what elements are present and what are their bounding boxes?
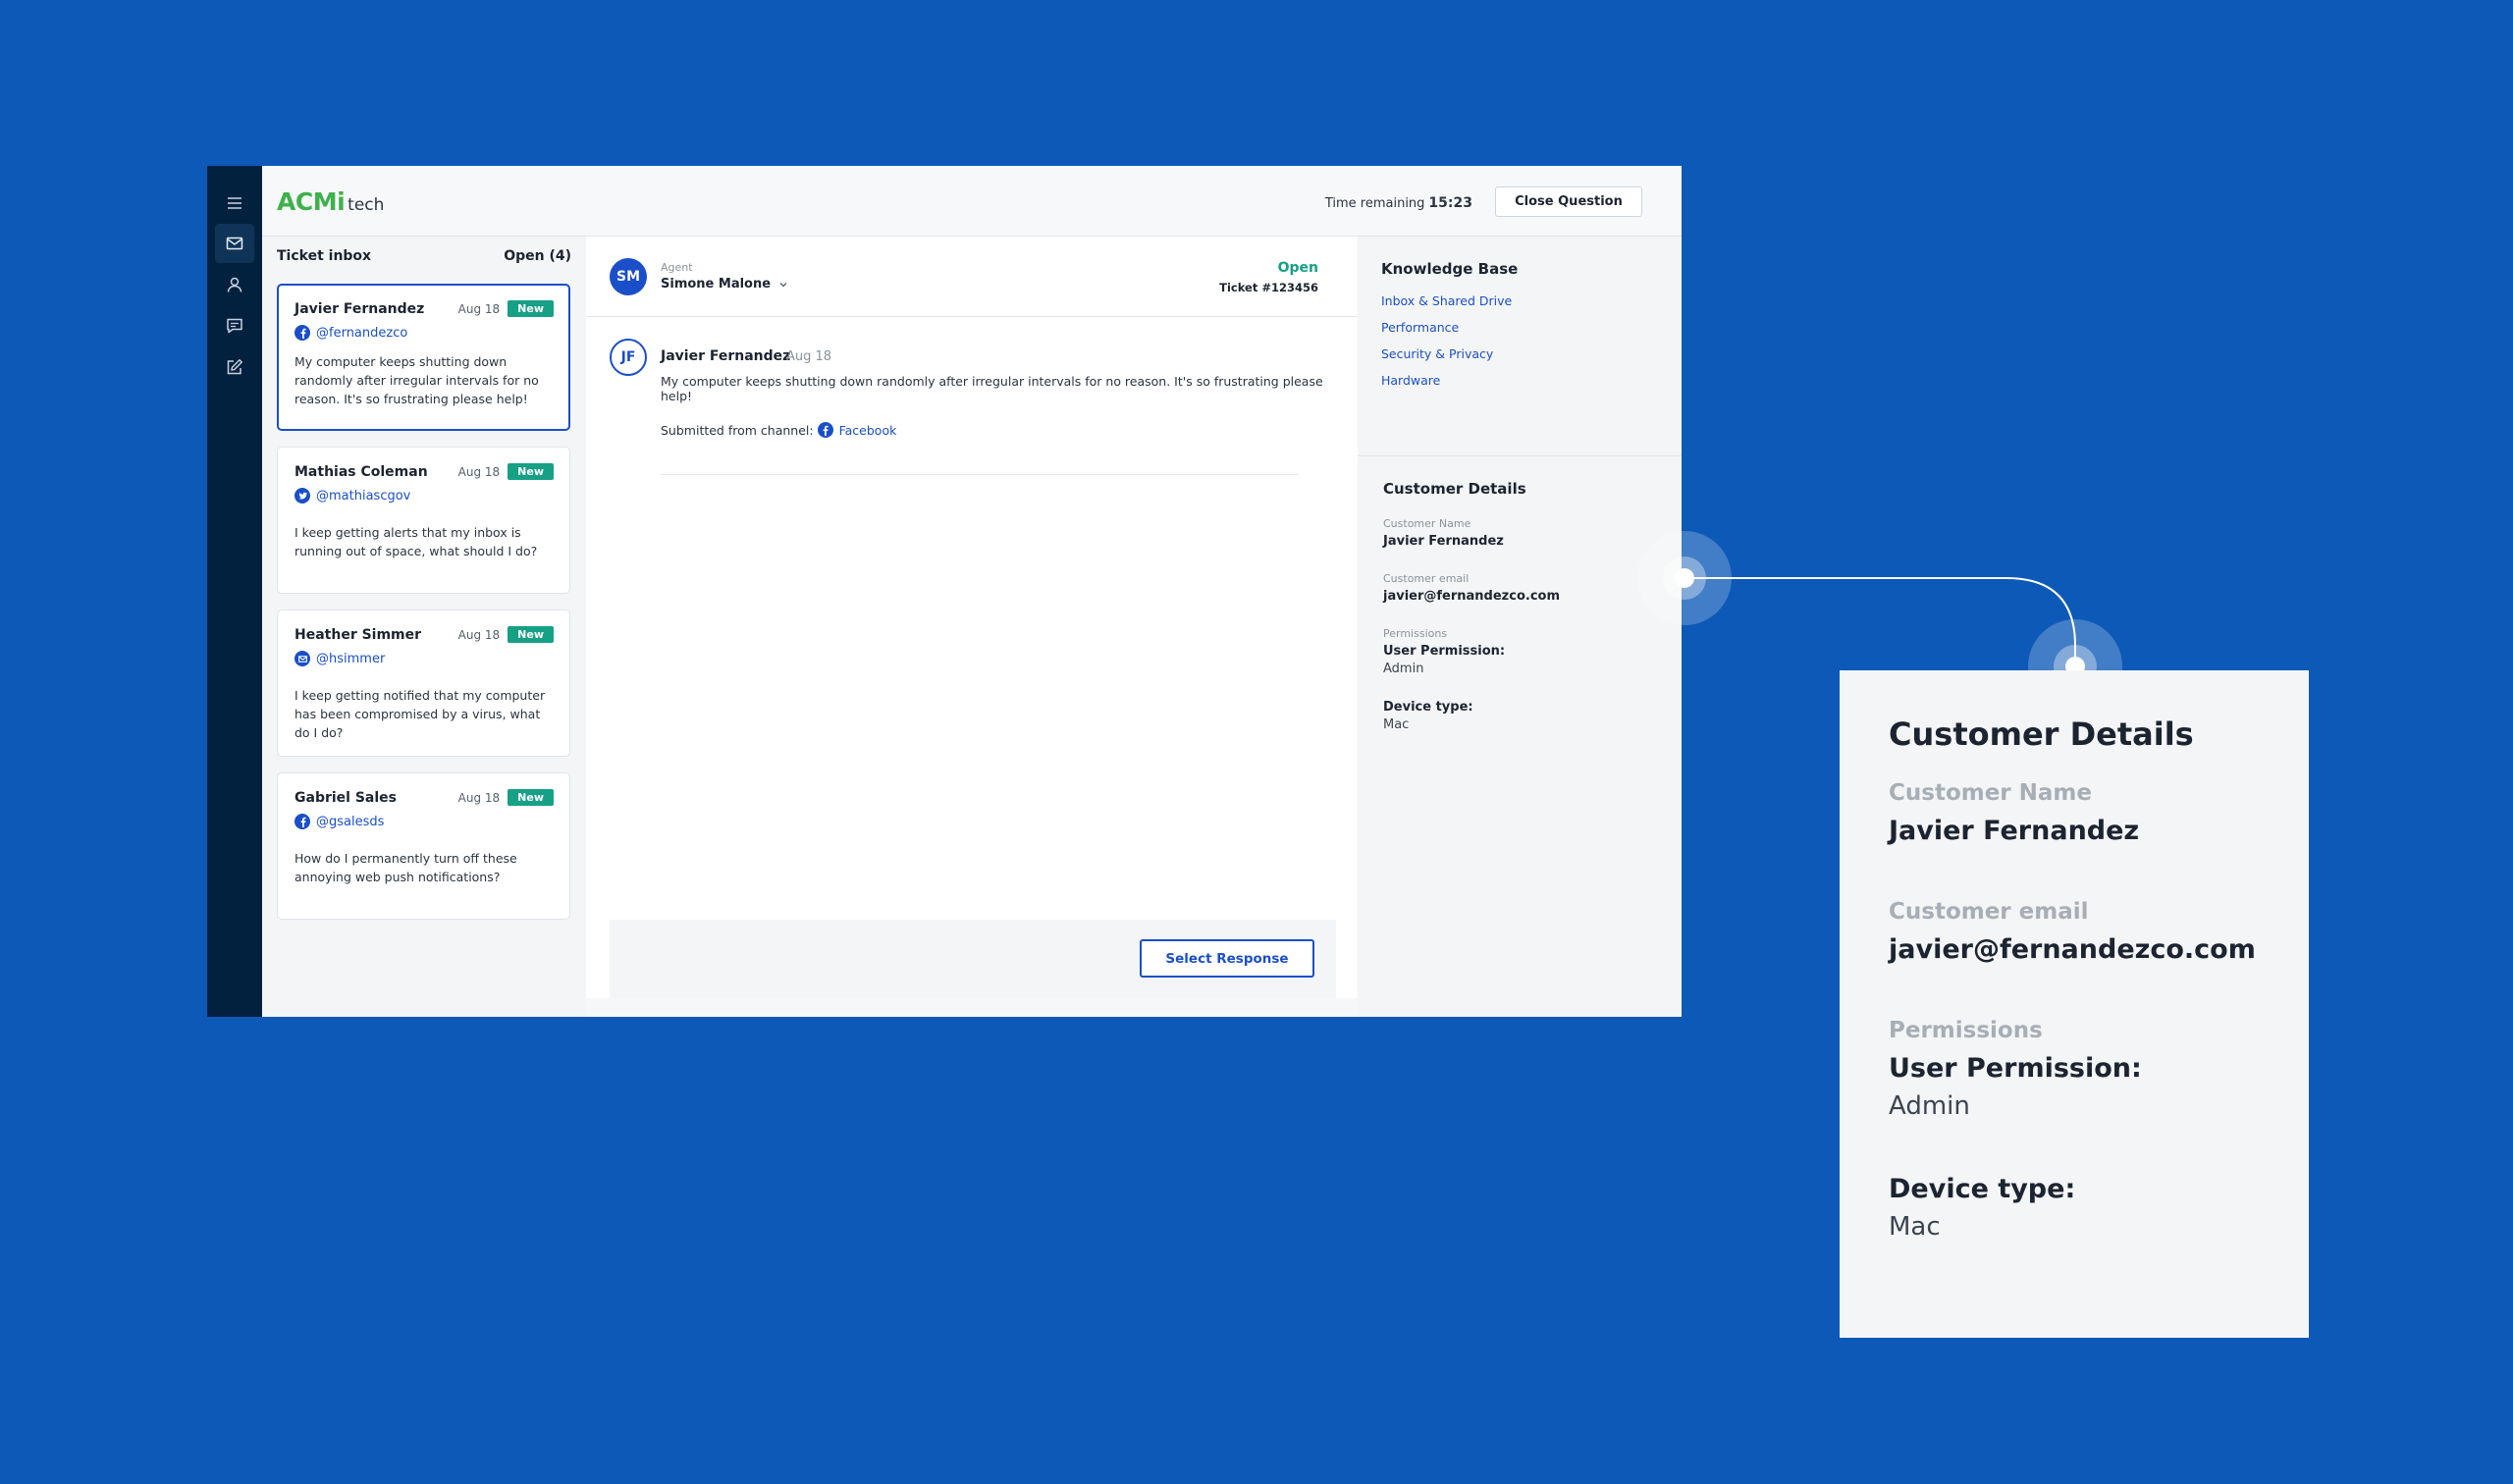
open-count[interactable]: Open (4): [504, 248, 571, 264]
ticket-message: My computer keeps shutting down randomly…: [294, 354, 539, 406]
right-panel: Knowledge Base Inbox & Shared Drive Perf…: [1358, 237, 1682, 1017]
callout-permission-value: Admin: [1889, 1091, 1970, 1121]
user-icon[interactable]: [215, 265, 254, 304]
ticket-date: Aug 18: [457, 301, 501, 316]
close-question-button[interactable]: Close Question: [1495, 186, 1642, 217]
twitter-icon: [294, 488, 310, 504]
ticket-message: I keep getting alerts that my inbox is r…: [294, 525, 538, 558]
knowledge-base-title: Knowledge Base: [1381, 260, 1519, 278]
ticket-inbox: Ticket inbox Open (4) Javier Fernandez A…: [262, 237, 586, 1017]
new-badge: New: [508, 789, 554, 806]
ticket-date: Aug 18: [457, 464, 501, 479]
menu-icon[interactable]: [215, 184, 254, 223]
icon-rail: [207, 166, 262, 1017]
chevron-down-icon: [779, 282, 787, 287]
facebook-icon: [294, 814, 310, 829]
callout-title: Customer Details: [1889, 716, 2194, 753]
ticket-message: How do I permanently turn off these anno…: [294, 851, 517, 884]
email-icon: [294, 651, 310, 666]
agent-bar: SM Agent Simone Malone Open Ticket #1234…: [586, 237, 1358, 317]
inbox-icon[interactable]: [215, 224, 254, 263]
ticket-name: Gabriel Sales: [294, 789, 397, 806]
customer-details-title: Customer Details: [1383, 480, 1526, 498]
callout-customer-name: Javier Fernandez: [1889, 816, 2140, 846]
agent-label: Agent: [661, 261, 693, 274]
customer-email: javier@fernandezco.com: [1383, 589, 1561, 604]
ticket-handle[interactable]: @gsalesds: [316, 815, 384, 829]
divider: [661, 474, 1299, 475]
ticket-status: Open: [1277, 260, 1318, 276]
customer-avatar: JF: [610, 339, 647, 376]
new-badge: New: [508, 463, 554, 480]
callout-connector: [1684, 577, 2076, 665]
ticket-card[interactable]: Mathias Coleman Aug 18 New @mathiascgov …: [277, 447, 570, 594]
facebook-icon: [294, 325, 310, 341]
response-area: Select Response: [610, 920, 1336, 998]
agent-avatar: SM: [610, 258, 647, 295]
inbox-title: Ticket inbox: [277, 248, 372, 264]
app-window: ACMi tech Time remaining 15:23 Close Ques…: [207, 166, 1682, 1017]
edit-icon[interactable]: [215, 347, 254, 387]
ticket-message: I keep getting notified that my computer…: [294, 688, 546, 740]
customer-name: Javier Fernandez: [1383, 534, 1504, 549]
permission-value: Admin: [1383, 662, 1424, 676]
ticket-name: Heather Simmer: [294, 626, 422, 643]
customer-details: Customer Details Customer Name Javier Fe…: [1358, 456, 1682, 756]
knowledge-base: Knowledge Base Inbox & Shared Drive Perf…: [1358, 237, 1682, 456]
ticket-name: Mathias Coleman: [294, 463, 428, 480]
submitted-channel: Submitted from channel: Facebook: [661, 422, 897, 438]
chat-icon[interactable]: [215, 306, 254, 345]
new-badge: New: [508, 300, 554, 317]
ticket-handle[interactable]: @mathiascgov: [316, 489, 410, 504]
conversation-panel: SM Agent Simone Malone Open Ticket #1234…: [586, 237, 1358, 998]
ticket-date: Aug 18: [457, 790, 501, 805]
device-value: Mac: [1383, 717, 1410, 732]
ticket-card[interactable]: Gabriel Sales Aug 18 New @gsalesds How d…: [277, 772, 570, 920]
ticket-handle[interactable]: @fernandezco: [316, 326, 407, 341]
acmi-logo: ACMi tech: [277, 187, 385, 216]
ticket-number: Ticket #123456: [1219, 281, 1318, 294]
message-body: My computer keeps shutting down randomly…: [661, 374, 1323, 403]
timer-value: 15:23: [1428, 195, 1472, 211]
top-bar: ACMi tech Time remaining 15:23 Close Ques…: [262, 166, 1682, 237]
agent-name: Simone Malone: [661, 277, 772, 292]
ticket-card[interactable]: Javier Fernandez Aug 18 New @fernandezco…: [277, 284, 570, 431]
ticket-name: Javier Fernandez: [294, 300, 425, 317]
customer-details-callout: Customer Details Customer Name Javier Fe…: [1840, 670, 2309, 1338]
kb-link-inbox-shared-drive[interactable]: Inbox & Shared Drive: [1381, 293, 1682, 308]
channel-link[interactable]: Facebook: [839, 423, 897, 438]
message-date: Aug 18: [786, 349, 832, 364]
message-author: Javier Fernandez: [661, 348, 791, 364]
select-response-button[interactable]: Select Response: [1140, 939, 1314, 978]
inbox-header: Ticket inbox Open (4): [277, 248, 571, 264]
callout-device-value: Mac: [1889, 1212, 1941, 1242]
facebook-icon: [817, 422, 833, 438]
agent-selector[interactable]: Simone Malone: [661, 277, 788, 292]
time-remaining: Time remaining 15:23: [1324, 195, 1472, 211]
kb-link-security-privacy[interactable]: Security & Privacy: [1381, 346, 1682, 361]
ticket-date: Aug 18: [457, 627, 501, 642]
ticket-handle[interactable]: @hsimmer: [316, 652, 385, 666]
kb-link-performance[interactable]: Performance: [1381, 320, 1682, 335]
ticket-card[interactable]: Heather Simmer Aug 18 New @hsimmer I kee…: [277, 610, 570, 757]
kb-link-hardware[interactable]: Hardware: [1381, 373, 1682, 388]
callout-customer-email: javier@fernandezco.com: [1889, 934, 2256, 965]
new-badge: New: [508, 626, 554, 643]
